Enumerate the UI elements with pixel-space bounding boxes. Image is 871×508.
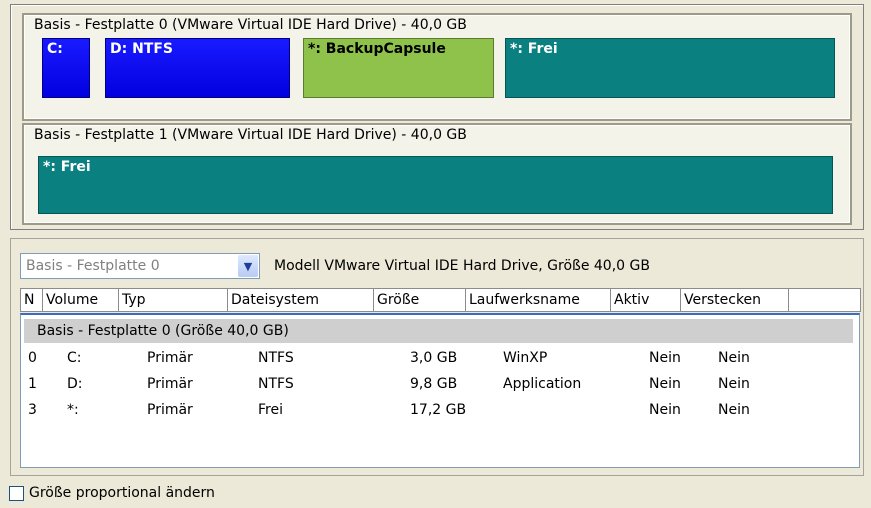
chevron-down-icon[interactable]: ▼ xyxy=(238,255,258,277)
cell-typ: Primär xyxy=(147,350,193,366)
cell-volume: C: xyxy=(67,350,82,366)
partition-list[interactable]: Basis - Festplatte 0 (Größe 40,0 GB) 0 C… xyxy=(20,313,860,468)
table-row[interactable]: 0 C: Primär NTFS 3,0 GB WinXP Nein Nein xyxy=(21,346,859,372)
cell-volume: *: xyxy=(67,402,79,418)
disk-1-title: Basis - Festplatte 1 (VMware Virtual IDE… xyxy=(34,127,467,143)
proportional-checkbox[interactable] xyxy=(9,486,24,501)
partition-free-disk0[interactable]: *: Frei xyxy=(505,38,835,98)
column-header-empty xyxy=(789,289,860,311)
column-header-groesse[interactable]: Größe xyxy=(374,289,466,311)
cell-dateisystem: NTFS xyxy=(258,350,294,366)
column-header-dateisystem[interactable]: Dateisystem xyxy=(228,289,374,311)
partition-d[interactable]: D: NTFS xyxy=(105,38,290,98)
table-row[interactable]: 1 D: Primär NTFS 9,8 GB Application Nein… xyxy=(21,372,859,398)
disk-selector-value: Basis - Festplatte 0 xyxy=(26,258,160,274)
disk-map-panel: Basis - Festplatte 0 (VMware Virtual IDE… xyxy=(10,4,864,230)
cell-typ: Primär xyxy=(147,376,193,392)
cell-verstecken: Nein xyxy=(718,402,750,418)
partition-backupcapsule[interactable]: *: BackupCapsule xyxy=(303,38,494,98)
disk-model-text: Modell VMware Virtual IDE Hard Drive, Gr… xyxy=(274,258,650,274)
partition-c[interactable]: C: xyxy=(42,38,90,98)
disk-1-block[interactable]: Basis - Festplatte 1 (VMware Virtual IDE… xyxy=(22,123,852,225)
cell-aktiv: Nein xyxy=(649,402,681,418)
column-header-verstecken[interactable]: Verstecken xyxy=(681,289,789,311)
cell-groesse: 17,2 GB xyxy=(410,402,467,418)
table-row[interactable]: 3 *: Primär Frei 17,2 GB Nein Nein xyxy=(21,398,859,424)
cell-aktiv: Nein xyxy=(649,376,681,392)
column-header-laufwerksname[interactable]: Laufwerksname xyxy=(466,289,611,311)
table-header: N Volume Typ Dateisystem Größe Laufwerks… xyxy=(20,288,861,312)
cell-dateisystem: NTFS xyxy=(258,376,294,392)
column-header-typ[interactable]: Typ xyxy=(119,289,228,311)
cell-n: 3 xyxy=(28,402,37,418)
column-header-n[interactable]: N xyxy=(21,289,43,311)
partition-free-disk1[interactable]: *: Frei xyxy=(38,156,833,214)
cell-n: 1 xyxy=(28,376,37,392)
cell-verstecken: Nein xyxy=(718,376,750,392)
cell-typ: Primär xyxy=(147,402,193,418)
proportional-label[interactable]: Größe proportional ändern xyxy=(29,485,215,501)
disk-0-title: Basis - Festplatte 0 (VMware Virtual IDE… xyxy=(34,17,467,33)
cell-laufwerksname: Application xyxy=(503,376,582,392)
cell-groesse: 3,0 GB xyxy=(410,350,458,366)
cell-dateisystem: Frei xyxy=(258,402,283,418)
partition-table-panel: Basis - Festplatte 0 ▼ Modell VMware Vir… xyxy=(10,238,864,476)
column-header-volume[interactable]: Volume xyxy=(43,289,119,311)
cell-verstecken: Nein xyxy=(718,350,750,366)
column-header-aktiv[interactable]: Aktiv xyxy=(611,289,681,311)
group-row-disk0[interactable]: Basis - Festplatte 0 (Größe 40,0 GB) xyxy=(24,319,853,343)
cell-n: 0 xyxy=(28,350,37,366)
cell-volume: D: xyxy=(67,376,83,392)
cell-laufwerksname: WinXP xyxy=(503,350,548,366)
disk-selector[interactable]: Basis - Festplatte 0 ▼ xyxy=(20,253,260,279)
cell-aktiv: Nein xyxy=(649,350,681,366)
disk-0-block[interactable]: Basis - Festplatte 0 (VMware Virtual IDE… xyxy=(22,13,852,121)
cell-groesse: 9,8 GB xyxy=(410,376,458,392)
